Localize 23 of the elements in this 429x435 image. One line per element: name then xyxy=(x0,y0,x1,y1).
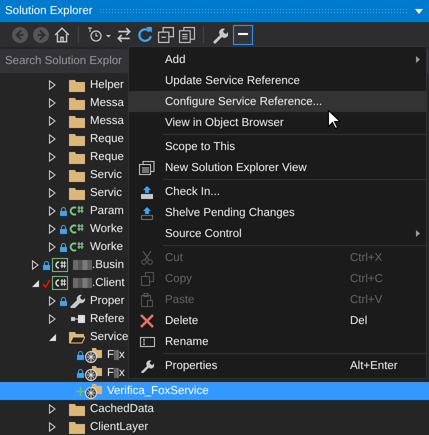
item-label: Helper xyxy=(90,79,124,91)
item-label: .Busin xyxy=(92,259,124,271)
item-label: Reque xyxy=(90,151,124,163)
item-label: Servic xyxy=(90,169,122,181)
item-label: F xyxy=(107,349,114,361)
item-label: Servic xyxy=(90,187,122,199)
item-label: ClientLayer xyxy=(90,421,148,433)
window-title: Solution Explorer xyxy=(5,5,93,17)
item-label: Service xyxy=(90,331,128,343)
item-label: Messa xyxy=(90,115,124,127)
item-label: CachedData xyxy=(90,403,154,415)
item-label: F xyxy=(107,367,114,379)
item-label: Worke xyxy=(90,223,124,235)
item-label: Worke xyxy=(90,241,124,253)
item-label: Proper xyxy=(90,295,125,307)
item-label: Refere xyxy=(90,313,125,325)
item-label: x xyxy=(119,349,125,361)
item-label: Verifica_FoxService xyxy=(107,385,209,397)
item-label: Param xyxy=(90,205,124,217)
item-label: .Client xyxy=(92,277,125,289)
item-label: x xyxy=(119,367,125,379)
item-label: Reque xyxy=(90,133,124,145)
item-label: Messa xyxy=(90,97,124,109)
